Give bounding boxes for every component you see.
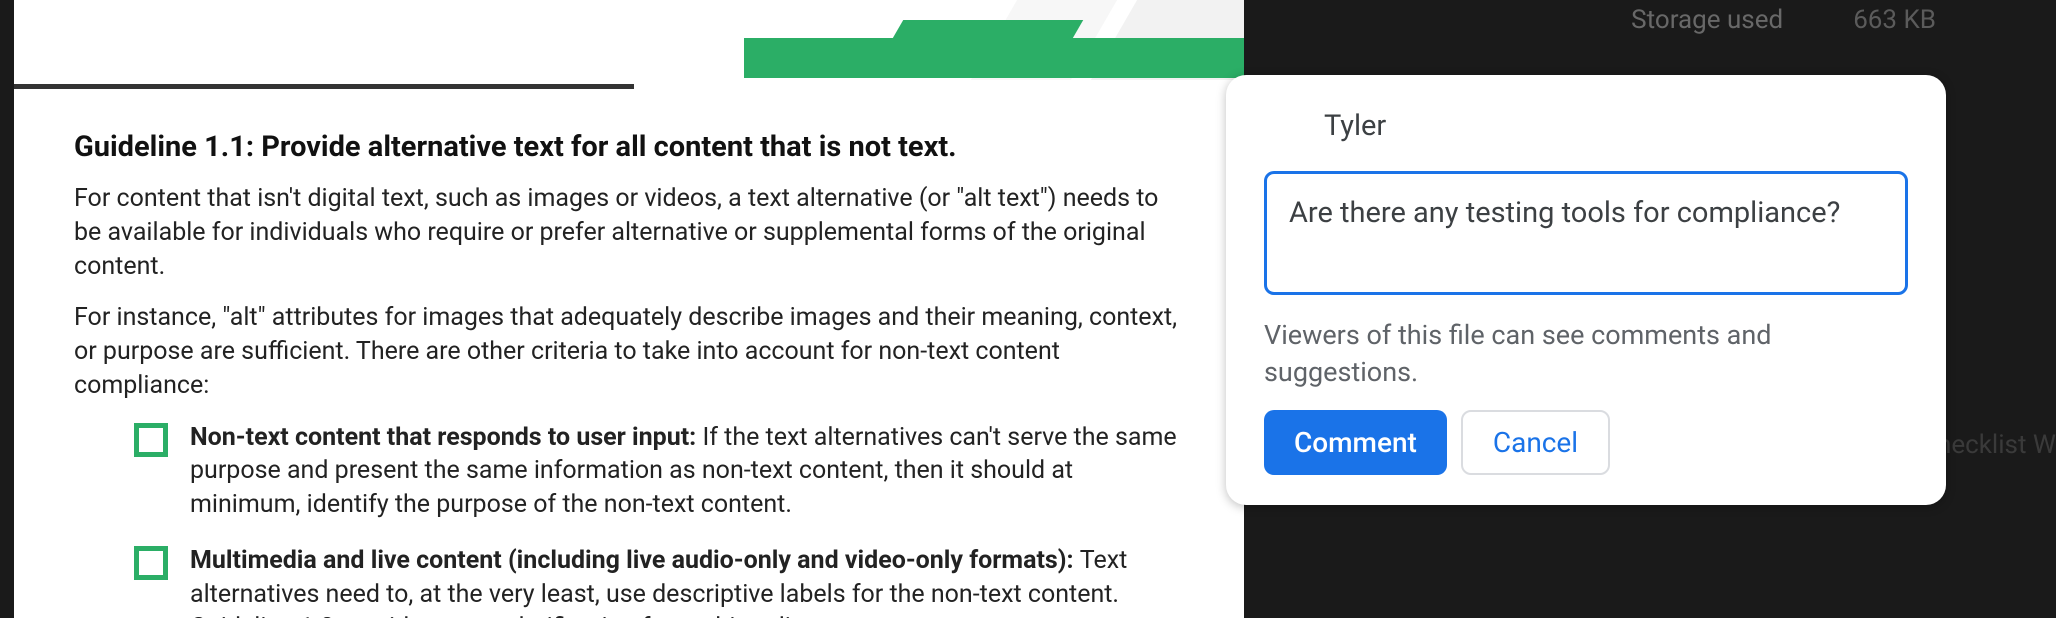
header-decoration: [744, 0, 1244, 90]
comment-input[interactable]: [1264, 171, 1908, 295]
list-item: Multimedia and live content (including l…: [134, 544, 1184, 618]
document-content: Guideline 1.1: Provide alternative text …: [74, 130, 1184, 618]
list-item: Non-text content that responds to user i…: [134, 421, 1184, 522]
checkbox-icon[interactable]: [134, 546, 168, 580]
cancel-button[interactable]: Cancel: [1461, 410, 1610, 475]
document-pane[interactable]: Guideline 1.1: Provide alternative text …: [14, 0, 1244, 618]
list-item-text: Multimedia and live content (including l…: [190, 544, 1184, 618]
storage-used-info: Storage used 663 KB: [1631, 5, 1936, 35]
header-divider: [14, 84, 634, 89]
commenter-name: Tyler: [1324, 109, 1386, 143]
list-item-text: Non-text content that responds to user i…: [190, 421, 1184, 522]
storage-used-label: Storage used: [1631, 5, 1783, 35]
comment-header: Tyler: [1264, 109, 1908, 143]
comment-actions: Comment Cancel: [1264, 410, 1908, 475]
criteria-list: Non-text content that responds to user i…: [134, 421, 1184, 618]
storage-used-value: 663 KB: [1853, 5, 1936, 35]
comment-visibility-hint: Viewers of this file can see comments an…: [1264, 317, 1908, 390]
list-item-bold: Non-text content that responds to user i…: [190, 423, 702, 452]
guideline-paragraph: For content that isn't digital text, suc…: [74, 182, 1184, 283]
comment-button[interactable]: Comment: [1264, 410, 1447, 475]
guideline-title: Guideline 1.1: Provide alternative text …: [74, 130, 1184, 164]
guideline-paragraph: For instance, "alt" attributes for image…: [74, 301, 1184, 402]
comment-popover: Tyler Viewers of this file can see comme…: [1226, 75, 1946, 505]
list-item-bold: Multimedia and live content (including l…: [190, 546, 1080, 575]
checkbox-icon[interactable]: [134, 423, 168, 457]
